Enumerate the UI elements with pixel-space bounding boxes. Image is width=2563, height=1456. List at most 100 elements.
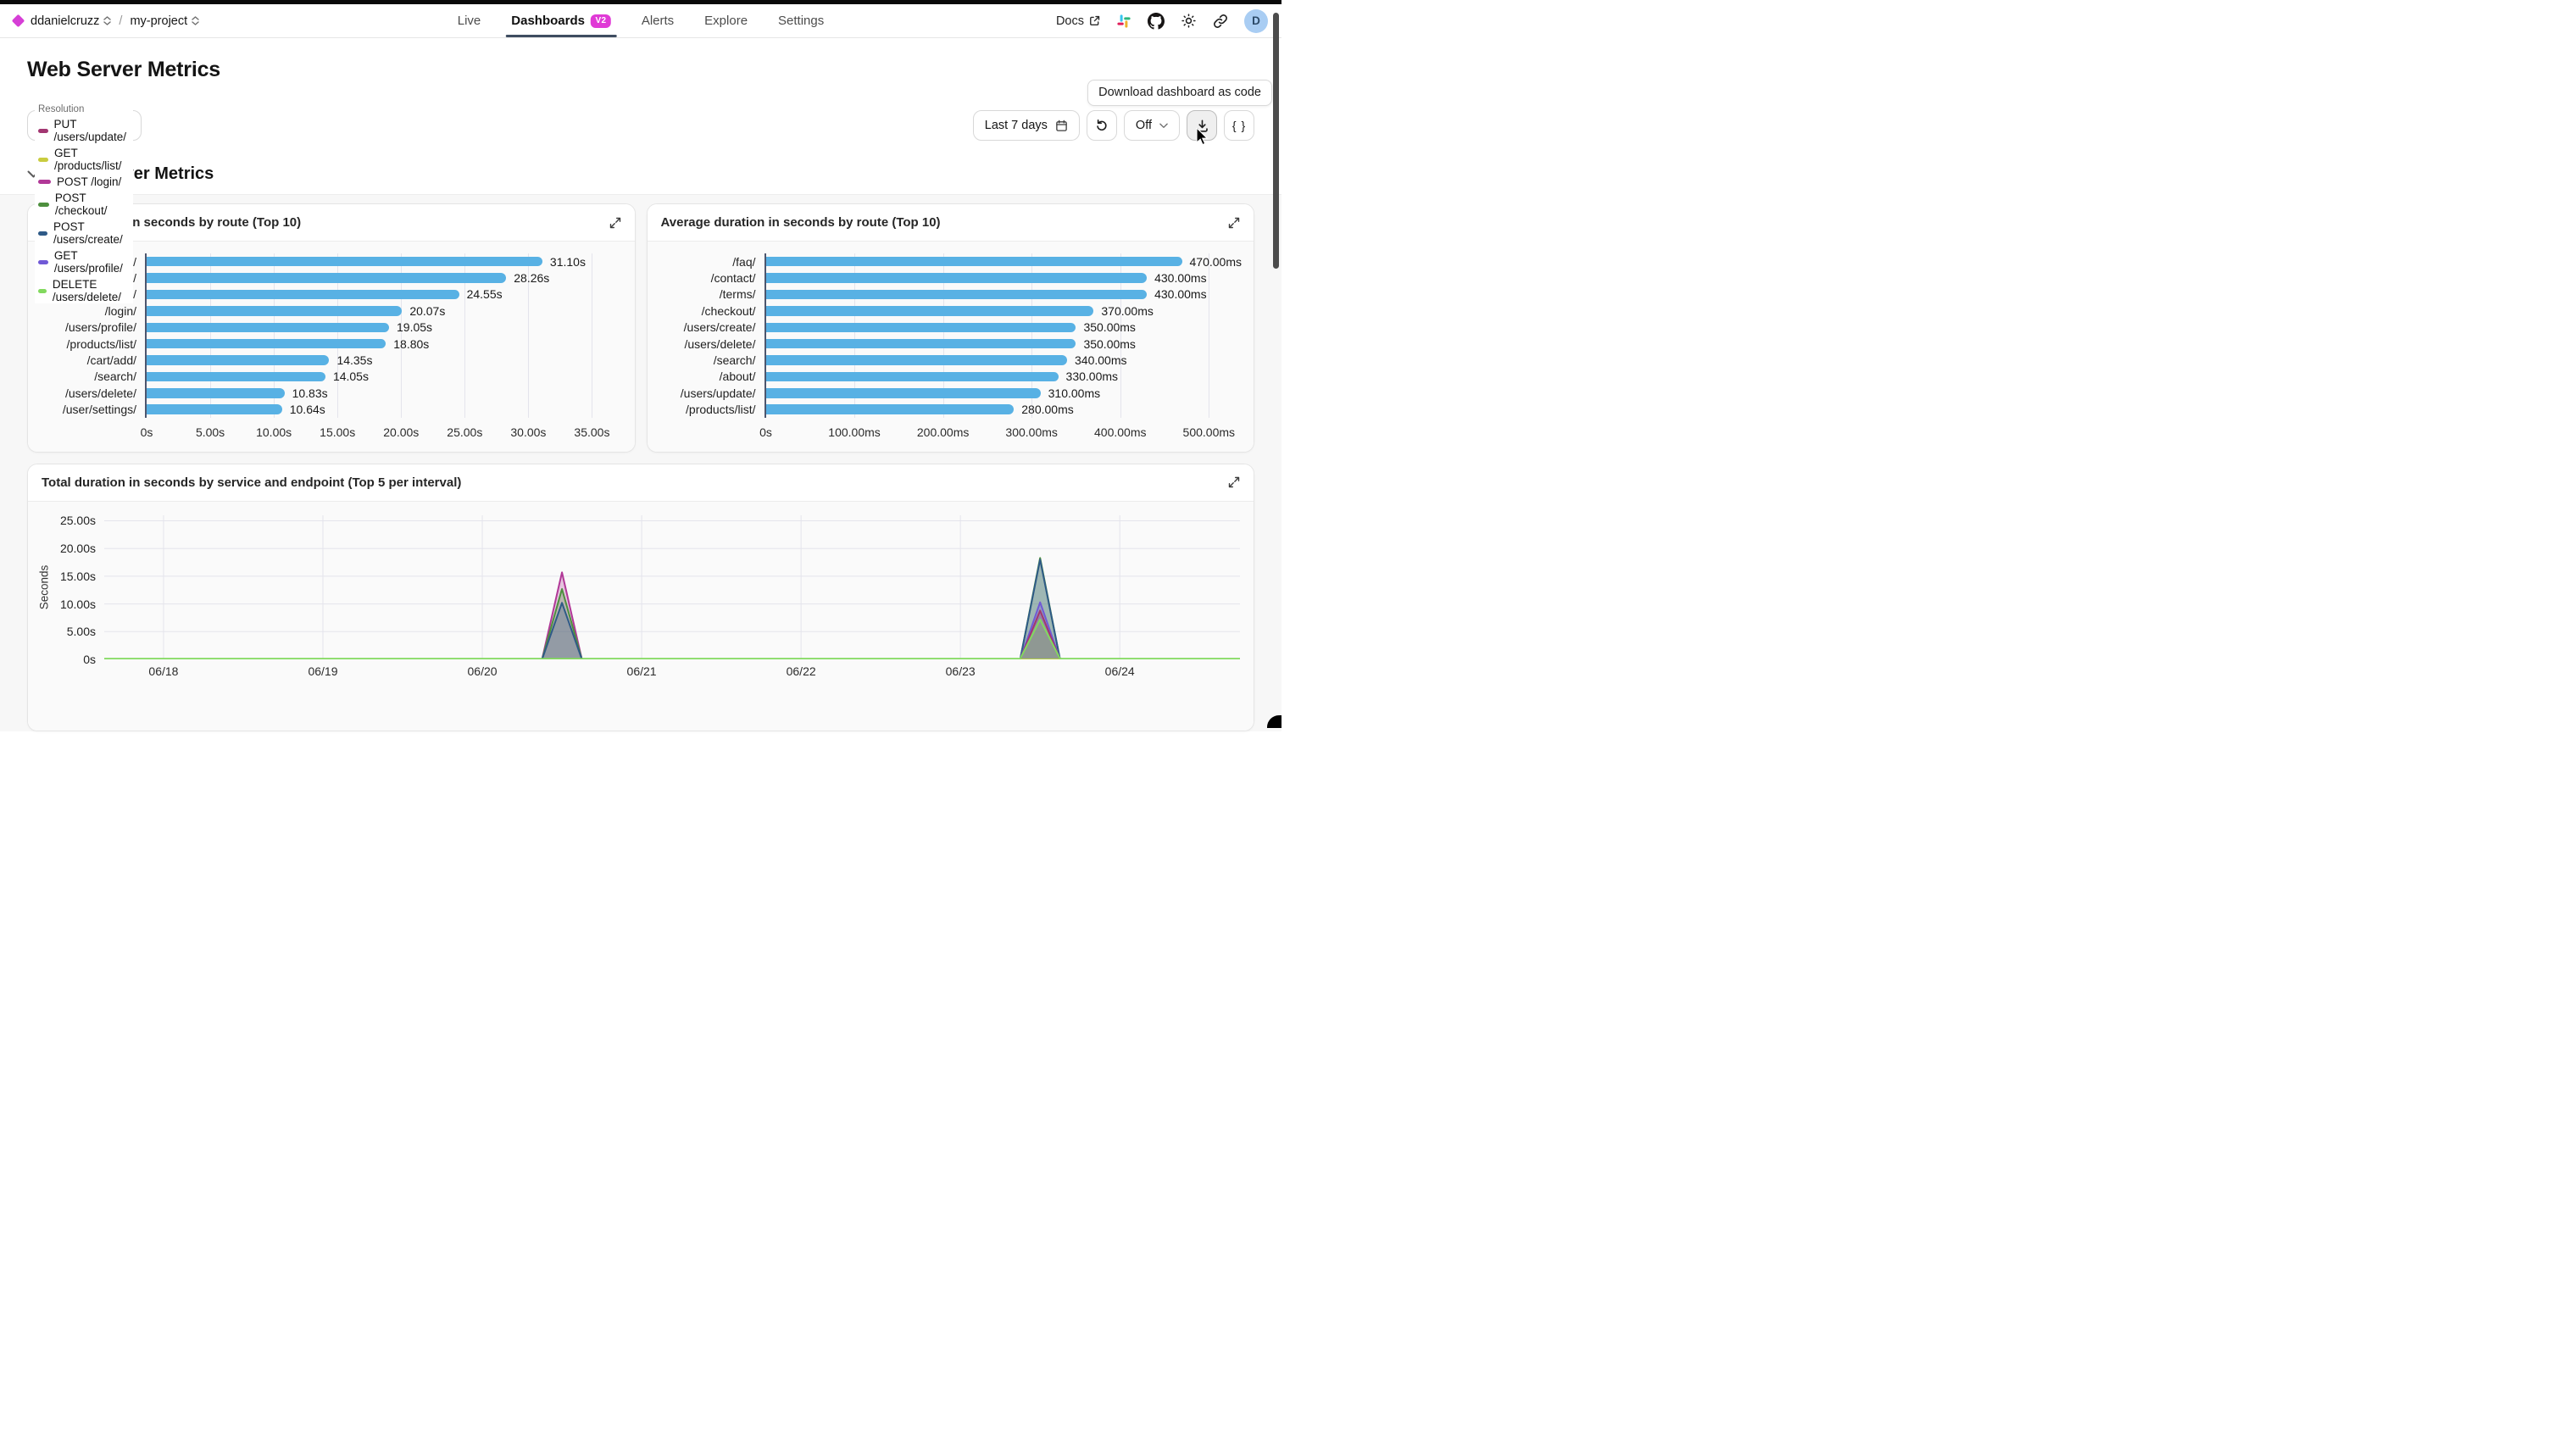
share-link-icon[interactable] <box>1213 14 1228 29</box>
bar-row: 310.00ms <box>766 385 1243 401</box>
tab-alerts[interactable]: Alerts <box>642 4 674 37</box>
legend-item[interactable]: POST /checkout/ <box>38 192 130 217</box>
legend-item[interactable]: PUT /users/update/ <box>38 118 130 143</box>
tab-live[interactable]: Live <box>458 4 481 37</box>
legend-swatch <box>38 231 47 236</box>
braces-icon: { } <box>1232 119 1246 132</box>
bar-category-label: /products/list/ <box>36 336 145 352</box>
expand-icon <box>1228 217 1240 229</box>
toolbar-right: Last 7 days Off <box>973 110 1254 141</box>
bar[interactable] <box>147 388 285 398</box>
x-tick-label: 300.00ms <box>1005 425 1057 439</box>
docs-link[interactable]: Docs <box>1056 14 1100 28</box>
bar[interactable] <box>147 339 386 349</box>
tab-dashboards[interactable]: Dashboards V2 <box>511 4 611 37</box>
bar-value-label: 430.00ms <box>1154 271 1206 285</box>
x-tick-label: 25.00s <box>447 425 482 439</box>
bar-category-label: /about/ <box>656 369 764 385</box>
bar-row: 14.05s <box>147 369 623 385</box>
y-tick-label: 15.00s <box>60 570 96 583</box>
bar[interactable] <box>147 290 459 300</box>
legend-label: PUT /users/update/ <box>54 118 130 143</box>
bar[interactable] <box>766 404 1015 414</box>
v2-badge: V2 <box>591 14 611 28</box>
bar-row: 10.83s <box>147 385 623 401</box>
bar[interactable] <box>147 404 282 414</box>
bar-value-label: 20.07s <box>409 304 445 318</box>
bar[interactable] <box>766 339 1076 349</box>
series-line <box>104 572 1240 659</box>
bar-category-label: /login/ <box>36 303 145 319</box>
bar[interactable] <box>766 388 1041 398</box>
x-tick-label: 100.00ms <box>828 425 880 439</box>
expand-icon <box>609 217 621 229</box>
slack-icon[interactable] <box>1116 14 1131 29</box>
bar-row: 280.00ms <box>766 402 1243 418</box>
legend-label: DELETE /users/delete/ <box>53 278 130 303</box>
scrollbar-thumb[interactable] <box>1273 13 1279 269</box>
bar-category-label: /users/delete/ <box>36 385 145 401</box>
legend-item[interactable]: POST /login/ <box>38 175 121 188</box>
bar-value-label: 31.10s <box>550 255 586 269</box>
legend-label: POST /login/ <box>57 175 121 188</box>
bar[interactable] <box>766 257 1182 267</box>
expand-panel-button[interactable] <box>609 217 621 229</box>
bar-category-label: /users/update/ <box>656 385 764 401</box>
legend-item[interactable]: GET /products/list/ <box>38 147 130 172</box>
bar-value-label: 370.00ms <box>1101 304 1153 318</box>
bar[interactable] <box>766 273 1148 283</box>
tab-explore[interactable]: Explore <box>704 4 748 37</box>
expand-panel-button[interactable] <box>1228 476 1240 488</box>
legend-item[interactable]: POST /users/create/ <box>38 220 130 246</box>
org-name: ddanielcruzz <box>31 14 99 28</box>
resolution-select[interactable]: ResolutionPUT /users/update/GET /product… <box>27 110 103 141</box>
org-switcher[interactable]: ddanielcruzz <box>31 14 111 28</box>
x-tick-label: 400.00ms <box>1094 425 1146 439</box>
x-tick-label: 06/19 <box>308 664 337 678</box>
tab-settings[interactable]: Settings <box>778 4 824 37</box>
y-tick-label: 20.00s <box>60 542 96 555</box>
bar-row: 430.00ms <box>766 286 1243 303</box>
legend-swatch <box>38 203 49 207</box>
bar-row: 340.00ms <box>766 352 1243 368</box>
y-tick-label: 5.00s <box>67 625 96 638</box>
time-range-button[interactable]: Last 7 days <box>973 110 1080 141</box>
bar[interactable] <box>766 372 1059 382</box>
x-tick-label: 5.00s <box>196 425 225 439</box>
bar-row: 330.00ms <box>766 369 1243 385</box>
legend-swatch <box>38 158 48 162</box>
legend-swatch <box>38 289 47 293</box>
bar[interactable] <box>147 372 325 382</box>
bar[interactable] <box>147 257 542 267</box>
area-plot[interactable] <box>104 515 1240 659</box>
download-dashboard-button[interactable] <box>1187 110 1217 141</box>
edit-as-code-button[interactable]: { } <box>1224 110 1254 141</box>
bar[interactable] <box>147 323 389 333</box>
legend-item[interactable]: DELETE /users/delete/ <box>38 278 130 303</box>
auto-refresh-select[interactable]: Off <box>1124 110 1180 141</box>
bar-category-label: /users/create/ <box>656 320 764 336</box>
bar-category-label: /contact/ <box>656 270 764 286</box>
bar-value-label: 340.00ms <box>1075 353 1126 367</box>
avatar[interactable]: D <box>1244 9 1268 33</box>
project-switcher[interactable]: my-project <box>130 14 199 28</box>
legend-item[interactable]: GET /users/profile/ <box>38 249 130 275</box>
x-tick-label: 0s <box>141 425 153 439</box>
bar[interactable] <box>766 290 1148 300</box>
bar-value-label: 14.05s <box>333 370 369 383</box>
section-header[interactable]: Web Server Metrics <box>0 153 1282 194</box>
bar[interactable] <box>147 355 329 365</box>
bar[interactable] <box>766 306 1094 316</box>
bar[interactable] <box>766 355 1068 365</box>
theme-sun-icon[interactable] <box>1181 13 1197 29</box>
github-icon[interactable] <box>1148 13 1165 30</box>
x-tick-label: 30.00s <box>510 425 546 439</box>
bar[interactable] <box>766 323 1076 333</box>
bar[interactable] <box>147 306 402 316</box>
bar-value-label: 28.26s <box>514 271 549 285</box>
bar[interactable] <box>147 273 506 283</box>
area-chart-duration-by-endpoint: Seconds 0s5.00s10.00s15.00s20.00s25.00s … <box>36 515 1240 681</box>
expand-panel-button[interactable] <box>1228 217 1240 229</box>
refresh-button[interactable] <box>1087 110 1117 141</box>
panel-duration-by-service-endpoint: Total duration in seconds by service and… <box>27 464 1254 731</box>
